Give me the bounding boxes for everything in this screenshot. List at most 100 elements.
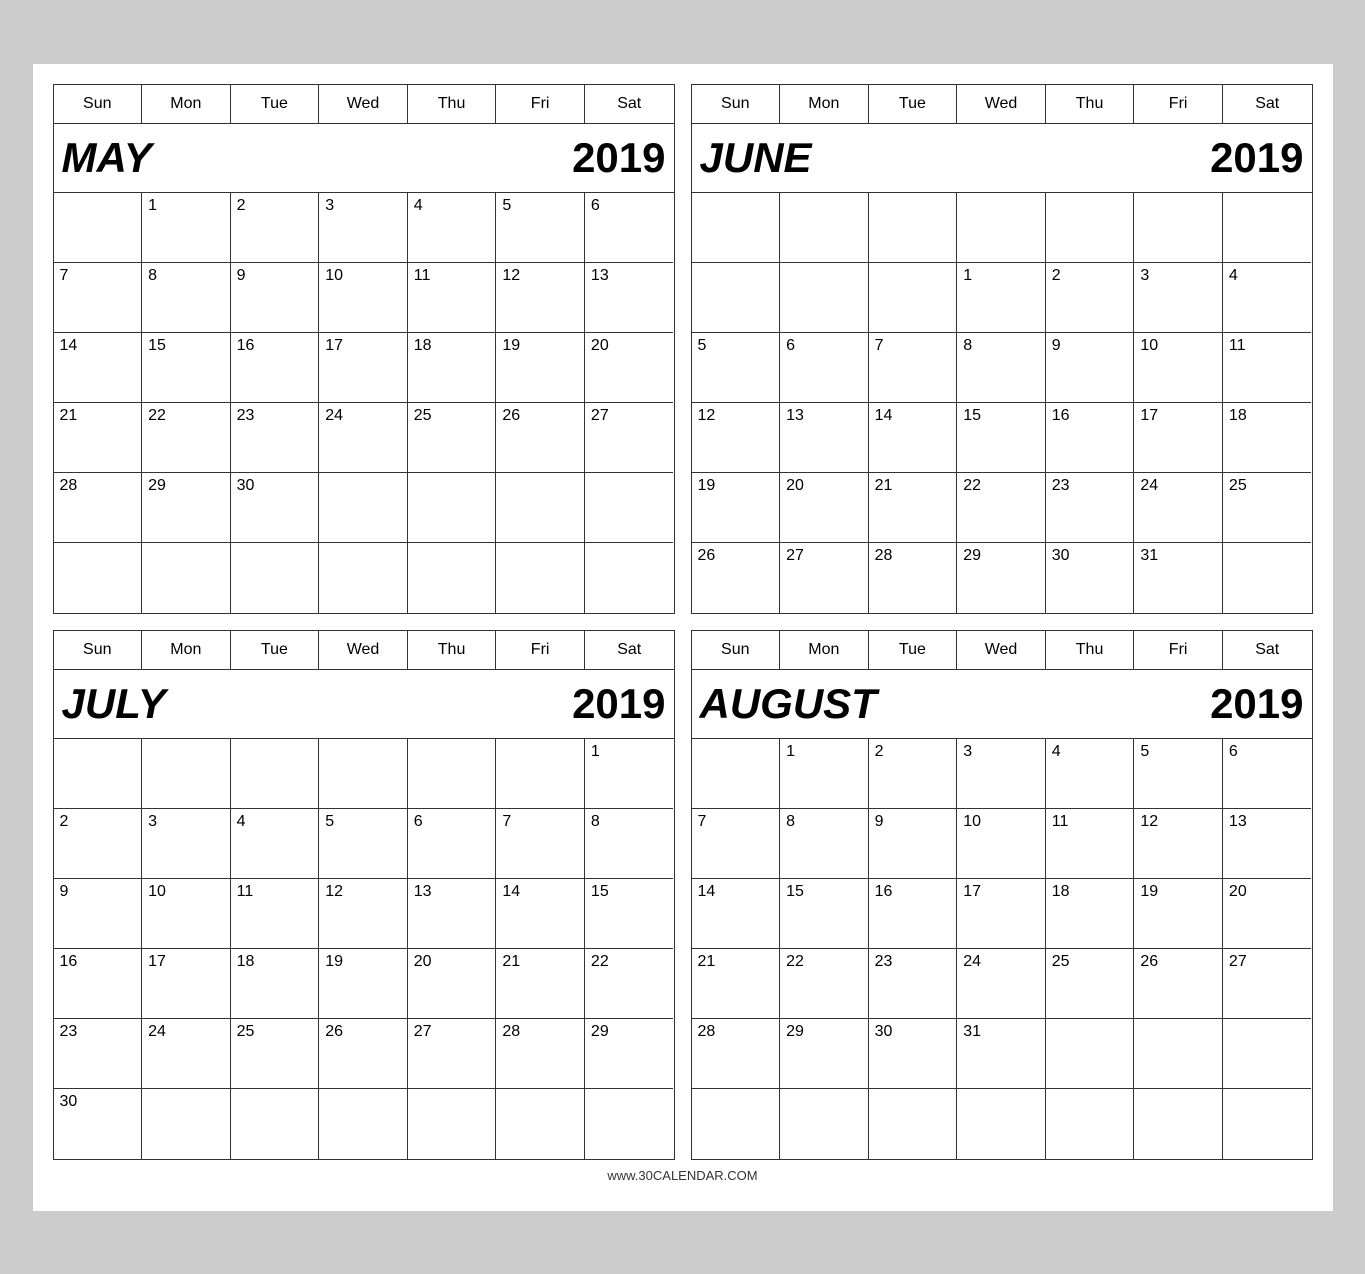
day-header-fri: Fri (1134, 85, 1223, 123)
day-cell (692, 1089, 781, 1159)
day-cell: 6 (780, 333, 869, 403)
day-cell: 1 (780, 739, 869, 809)
day-cell: 30 (1046, 543, 1135, 613)
day-cell: 1 (142, 193, 231, 263)
day-cell (869, 193, 958, 263)
day-cell (319, 1089, 408, 1159)
day-cell: 24 (319, 403, 408, 473)
year-name: 2019 (572, 680, 665, 728)
day-cell: 17 (319, 333, 408, 403)
day-cell: 19 (496, 333, 585, 403)
month-name: MAY (62, 134, 152, 182)
day-cell: 21 (869, 473, 958, 543)
day-cell: 18 (231, 949, 320, 1019)
calendar-body: 1234567891011121314151617181920212223242… (54, 739, 674, 1159)
day-cell: 3 (319, 193, 408, 263)
day-header-thu: Thu (1046, 631, 1135, 669)
day-cell: 22 (142, 403, 231, 473)
day-cell: 15 (957, 403, 1046, 473)
day-header-sat: Sat (1223, 85, 1312, 123)
day-cell (54, 543, 143, 613)
day-header-sat: Sat (1223, 631, 1312, 669)
day-cell (957, 1089, 1046, 1159)
day-cell: 18 (1223, 403, 1312, 473)
day-header-sun: Sun (692, 85, 781, 123)
month-name: AUGUST (700, 680, 877, 728)
day-cell (1134, 193, 1223, 263)
day-cell: 24 (142, 1019, 231, 1089)
day-cell: 12 (1134, 809, 1223, 879)
day-cell: 16 (54, 949, 143, 1019)
day-cell (54, 193, 143, 263)
day-header-wed: Wed (319, 631, 408, 669)
day-header-sat: Sat (585, 85, 674, 123)
day-cell: 28 (54, 473, 143, 543)
day-cell: 21 (692, 949, 781, 1019)
calendar-august-2019: SunMonTueWedThuFriSatAUGUST2019123456789… (691, 630, 1313, 1160)
day-cell: 4 (408, 193, 497, 263)
day-header-wed: Wed (957, 631, 1046, 669)
day-cell: 24 (1134, 473, 1223, 543)
day-cell: 27 (408, 1019, 497, 1089)
day-cell: 11 (1223, 333, 1312, 403)
day-cell: 20 (780, 473, 869, 543)
day-header-tue: Tue (231, 85, 320, 123)
day-cell (408, 739, 497, 809)
day-cell (408, 543, 497, 613)
day-header-mon: Mon (142, 631, 231, 669)
day-cell: 13 (408, 879, 497, 949)
day-cell (957, 193, 1046, 263)
day-cell: 19 (692, 473, 781, 543)
day-cell: 11 (231, 879, 320, 949)
day-cell: 7 (869, 333, 958, 403)
day-cell: 17 (957, 879, 1046, 949)
day-header-fri: Fri (496, 631, 585, 669)
calendar-body: 1234567891011121314151617181920212223242… (692, 739, 1312, 1159)
day-cell: 30 (231, 473, 320, 543)
day-cell (319, 739, 408, 809)
day-header-tue: Tue (231, 631, 320, 669)
day-cell (231, 739, 320, 809)
day-cell: 19 (1134, 879, 1223, 949)
day-cell: 10 (957, 809, 1046, 879)
day-cell: 30 (869, 1019, 958, 1089)
day-cell: 4 (231, 809, 320, 879)
day-cell (142, 543, 231, 613)
day-header-mon: Mon (142, 85, 231, 123)
day-cell: 16 (1046, 403, 1135, 473)
day-cell: 26 (1134, 949, 1223, 1019)
day-cell: 19 (319, 949, 408, 1019)
day-cell: 29 (585, 1019, 674, 1089)
day-cell: 31 (1134, 543, 1223, 613)
day-cell: 5 (496, 193, 585, 263)
day-cell: 25 (1223, 473, 1312, 543)
day-cell: 15 (142, 333, 231, 403)
day-cell (496, 1089, 585, 1159)
day-cell: 31 (957, 1019, 1046, 1089)
day-header-wed: Wed (319, 85, 408, 123)
day-cell (1223, 1089, 1312, 1159)
day-cell: 5 (1134, 739, 1223, 809)
day-cell (585, 473, 674, 543)
day-cell: 9 (54, 879, 143, 949)
day-cell: 11 (1046, 809, 1135, 879)
day-cell (1046, 1089, 1135, 1159)
day-cell (869, 263, 958, 333)
day-cell (1046, 193, 1135, 263)
day-cell: 6 (408, 809, 497, 879)
day-cell (1223, 1019, 1312, 1089)
day-cell (585, 543, 674, 613)
day-cell: 26 (496, 403, 585, 473)
day-cell: 25 (1046, 949, 1135, 1019)
day-cell: 18 (408, 333, 497, 403)
day-header-wed: Wed (957, 85, 1046, 123)
day-cell (1046, 1019, 1135, 1089)
day-cell: 12 (496, 263, 585, 333)
day-cell: 23 (54, 1019, 143, 1089)
day-cell: 10 (142, 879, 231, 949)
day-cell: 26 (319, 1019, 408, 1089)
day-cell: 14 (54, 333, 143, 403)
day-cell: 24 (957, 949, 1046, 1019)
day-cell: 6 (1223, 739, 1312, 809)
day-cell: 27 (585, 403, 674, 473)
